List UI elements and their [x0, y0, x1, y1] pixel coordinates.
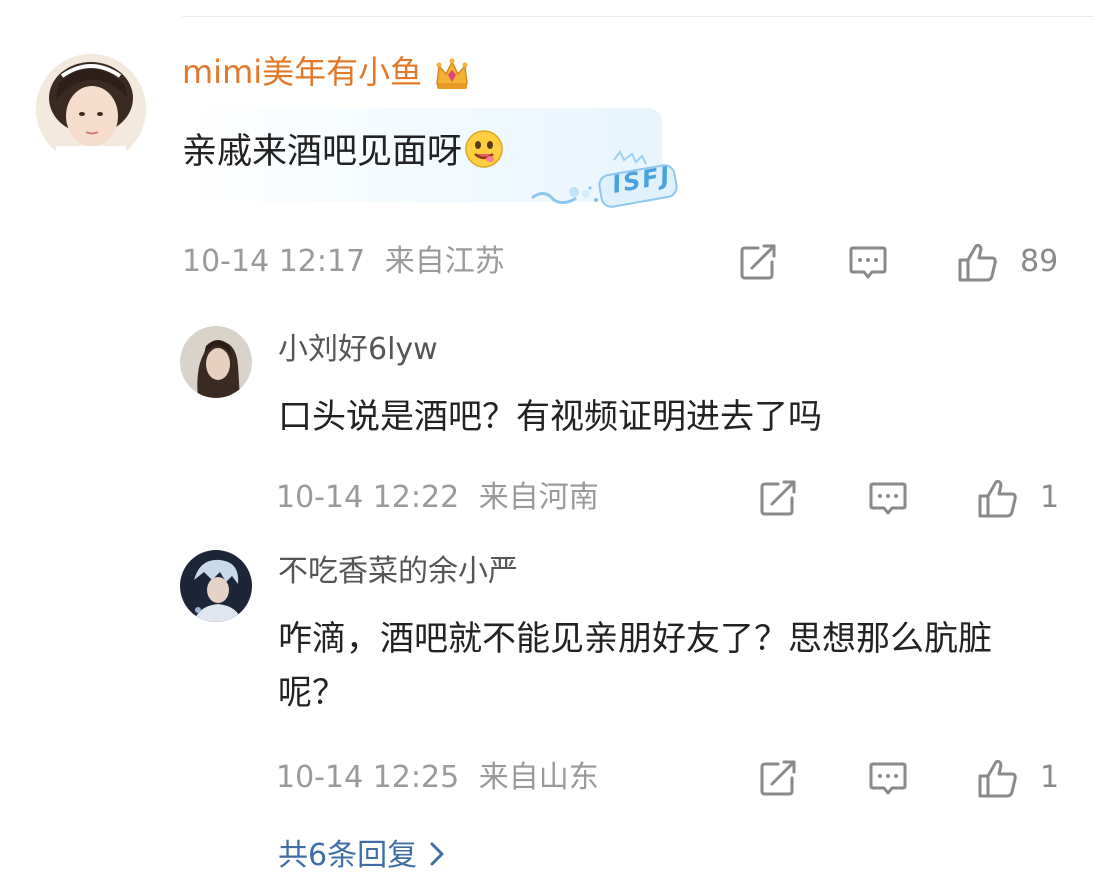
- comment-text-content: 亲戚来酒吧见面呀: [182, 132, 463, 172]
- reply-text: 咋滴，酒吧就不能见亲朋好友了？思想那么肮脏呢？: [278, 619, 992, 713]
- reply-meta: 10-14 12:22 来自河南: [276, 478, 599, 518]
- like-icon[interactable]: [976, 756, 1020, 800]
- comment-time: 10-14 12:17: [182, 244, 366, 279]
- like-count: 1: [1040, 480, 1060, 515]
- share-icon[interactable]: [736, 240, 780, 284]
- comment-author-name[interactable]: mimi美年有小鱼: [182, 53, 422, 91]
- top-divider: [182, 16, 1094, 17]
- reply-location: 来自山东: [478, 760, 599, 795]
- reply-text: 口头说是酒吧？有视频证明进去了吗: [278, 397, 822, 437]
- comment-icon[interactable]: [866, 476, 910, 520]
- like-count: 1: [1040, 760, 1060, 795]
- comment-sticker: ISFJ: [524, 148, 684, 212]
- comment-location: 来自江苏: [384, 244, 505, 279]
- avatar[interactable]: [180, 326, 252, 398]
- avatar[interactable]: [36, 54, 146, 164]
- comment-icon[interactable]: [846, 240, 890, 284]
- like-icon[interactable]: [956, 240, 1000, 284]
- like-icon[interactable]: [976, 476, 1020, 520]
- reply-author[interactable]: 小刘好6lyw: [278, 330, 438, 370]
- emoji-icon: [464, 129, 504, 169]
- reply-author[interactable]: 不吃香菜的余小严: [278, 552, 518, 592]
- reply-time: 10-14 12:25: [276, 760, 460, 795]
- more-replies-label: 共6条回复: [278, 838, 418, 873]
- comment-text: 亲戚来酒吧见面呀: [182, 128, 504, 176]
- comment-icon[interactable]: [866, 756, 910, 800]
- reply-meta: 10-14 12:25 来自山东: [276, 758, 599, 798]
- share-icon[interactable]: [756, 756, 800, 800]
- reply-location: 来自河南: [478, 480, 599, 515]
- crown-icon: [432, 54, 472, 94]
- more-replies-link[interactable]: 共6条回复: [278, 836, 447, 876]
- comment-meta: 10-14 12:17 来自江苏: [182, 242, 505, 282]
- share-icon[interactable]: [756, 476, 800, 520]
- reply-time: 10-14 12:22: [276, 480, 460, 515]
- chevron-right-icon: [427, 840, 447, 868]
- like-count: 89: [1020, 244, 1059, 279]
- comment-author[interactable]: mimi美年有小鱼: [182, 50, 472, 94]
- avatar[interactable]: [180, 550, 252, 622]
